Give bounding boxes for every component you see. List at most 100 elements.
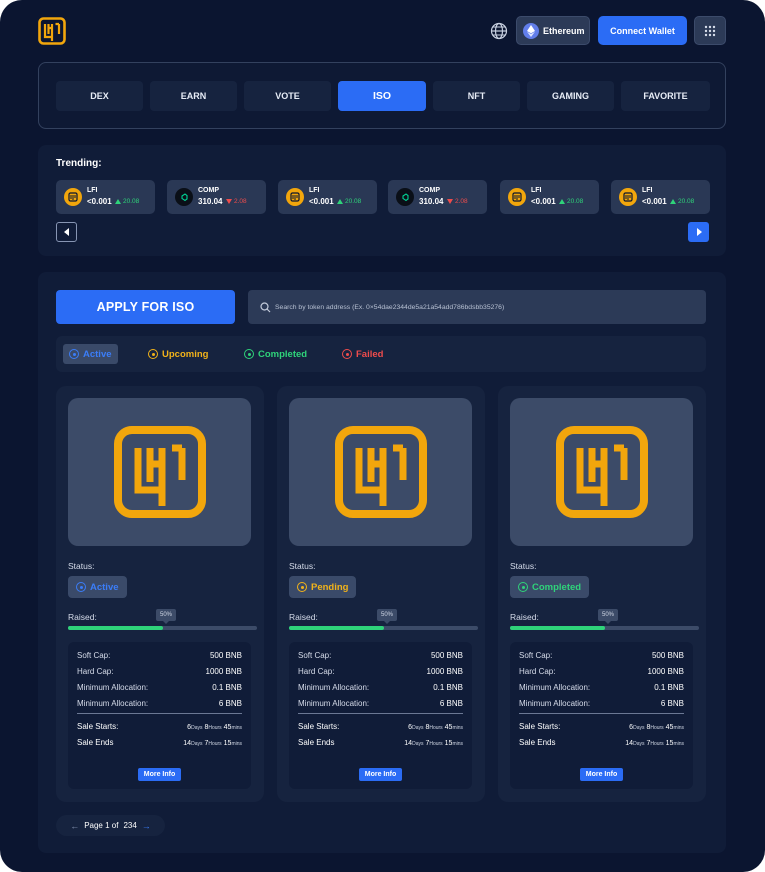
arrow-up-icon — [670, 199, 676, 204]
trending-item[interactable]: COMP 310.04 2.08 — [167, 180, 266, 214]
trending-symbol: LFI — [642, 187, 653, 194]
detail-label: Sale Ends — [519, 738, 556, 747]
status-badge: Active — [68, 576, 127, 598]
globe-icon[interactable] — [489, 21, 509, 41]
grid-menu-button[interactable] — [694, 16, 726, 45]
tab-earn[interactable]: EARN — [150, 81, 237, 111]
raised-label: Raised: — [68, 612, 97, 622]
progress-tooltip: 50% — [377, 609, 397, 624]
detail-label: Soft Cap: — [298, 651, 332, 660]
trending-price: <0.001 — [642, 197, 667, 206]
detail-value: 0.1 BNB — [433, 683, 463, 692]
sale-ends-countdown: 14Days 7Hours 15mins — [625, 740, 684, 747]
detail-value: 500 BNB — [209, 651, 242, 660]
trending-item[interactable]: LFI <0.001 20.08 — [500, 180, 599, 214]
main-nav-tabs: DEX EARN VOTE ISO NFT GAMING FAVORITE — [38, 62, 726, 129]
trending-price: <0.001 — [309, 197, 334, 206]
iso-card: Status: Completed Raised: 50% Soft Cap: 5… — [498, 386, 706, 802]
soft-cap-row: Soft Cap: 500 BNB — [77, 651, 242, 660]
failed-status-icon — [342, 349, 352, 359]
filter-failed[interactable]: Failed — [342, 344, 383, 364]
trending-prev-button[interactable] — [56, 222, 77, 242]
sale-details: Soft Cap: 500 BNB Hard Cap: 1000 BNB Minim… — [68, 642, 251, 789]
trending-symbol: LFI — [309, 187, 320, 194]
sale-ends-row: Sale Ends 14Days 7Hours 15mins — [519, 738, 684, 747]
trending-symbol: LFI — [87, 187, 98, 194]
raised-progress-bar — [68, 626, 257, 630]
sale-details: Soft Cap: 500 BNB Hard Cap: 1000 BNB Minim… — [510, 642, 693, 789]
filter-label: Completed — [258, 348, 308, 360]
trending-change: 2.08 — [234, 198, 247, 205]
arrow-up-icon — [559, 199, 565, 204]
connect-wallet-button[interactable]: Connect Wallet — [598, 16, 687, 45]
trending-item[interactable]: LFI <0.001 20.08 — [611, 180, 710, 214]
filter-label: Upcoming — [162, 348, 209, 360]
trending-next-button[interactable] — [688, 222, 709, 242]
lfi-logo-icon — [334, 426, 427, 518]
trending-item[interactable]: LFI <0.001 20.08 — [278, 180, 377, 214]
progress-tooltip: 50% — [156, 609, 176, 624]
sale-starts-row: Sale Starts: 6Days 8Hours 45mins — [519, 722, 684, 731]
project-logo-image — [510, 398, 693, 546]
tab-favorite[interactable]: FAVORITE — [621, 81, 710, 111]
max-allocation-row: Minimum Allocation: 6 BNB — [519, 699, 684, 708]
sale-ends-row: Sale Ends 14Days 7Hours 15mins — [77, 738, 242, 747]
comp-token-icon — [175, 188, 193, 206]
grid-menu-icon — [704, 25, 716, 36]
detail-value: 1000 BNB — [647, 667, 684, 676]
raised-progress-fill — [68, 626, 163, 630]
more-info-button[interactable]: More Info — [580, 768, 623, 781]
project-logo-image — [289, 398, 472, 546]
status-icon — [297, 582, 307, 592]
caret-right-icon — [696, 228, 702, 236]
tab-vote[interactable]: VOTE — [244, 81, 331, 111]
apply-for-iso-button[interactable]: APPLY FOR ISO — [56, 290, 235, 324]
detail-label: Soft Cap: — [77, 651, 111, 660]
trending-item[interactable]: LFI <0.001 20.08 — [56, 180, 155, 214]
network-label: Ethereum — [543, 25, 585, 36]
filter-upcoming[interactable]: Upcoming — [148, 344, 208, 364]
status-text: Completed — [532, 581, 582, 593]
detail-label: Sale Starts: — [519, 722, 561, 731]
tab-iso[interactable]: ISO — [338, 81, 426, 111]
project-logo-image — [68, 398, 251, 546]
ethereum-icon — [523, 22, 539, 39]
trending-change: 20.08 — [345, 198, 362, 205]
caret-left-icon — [63, 228, 69, 236]
status-badge: Completed — [510, 576, 590, 598]
app-frame: Ethereum Connect Wallet DEX EARN VOTE IS… — [0, 0, 765, 872]
sale-starts-row: Sale Starts: 6Days 8Hours 45mins — [298, 722, 463, 731]
status-icon — [76, 582, 86, 592]
trending-change: 2.08 — [455, 198, 468, 205]
lfi-token-icon — [64, 188, 82, 206]
trending-symbol: COMP — [198, 187, 219, 194]
raised-label: Raised: — [289, 612, 318, 622]
network-selector-button[interactable]: Ethereum — [516, 16, 590, 45]
filter-completed[interactable]: Completed — [244, 344, 307, 364]
lfi-logo-icon — [113, 426, 206, 518]
arrow-up-icon — [115, 199, 121, 204]
filter-active[interactable]: Active — [63, 344, 118, 364]
prev-page-arrow-icon[interactable]: ← — [70, 821, 79, 831]
token-search-input[interactable] — [275, 303, 695, 311]
tab-dex[interactable]: DEX — [56, 81, 143, 111]
next-page-arrow-icon[interactable]: → — [142, 821, 151, 831]
trending-change: 20.08 — [123, 198, 140, 205]
lfi-logo[interactable] — [38, 17, 66, 45]
trending-change: 20.08 — [567, 198, 584, 205]
tab-gaming[interactable]: GAMING — [527, 81, 614, 111]
sale-starts-countdown: 6Days 8Hours 45mins — [187, 724, 242, 731]
lfi-token-icon — [286, 188, 304, 206]
arrow-down-icon — [447, 199, 453, 204]
detail-value: 500 BNB — [651, 651, 684, 660]
trending-item[interactable]: COMP 310.04 2.08 — [388, 180, 487, 214]
progress-tooltip: 50% — [598, 609, 618, 624]
more-info-button[interactable]: More Info — [138, 768, 181, 781]
tab-nft[interactable]: NFT — [433, 81, 520, 111]
more-info-button[interactable]: More Info — [359, 768, 402, 781]
trending-title: Trending: — [56, 158, 102, 169]
comp-token-icon — [396, 188, 414, 206]
min-allocation-row: Minimum Allocation: 0.1 BNB — [519, 683, 684, 692]
detail-label: Sale Ends — [298, 738, 335, 747]
raised-progress-fill — [510, 626, 605, 630]
